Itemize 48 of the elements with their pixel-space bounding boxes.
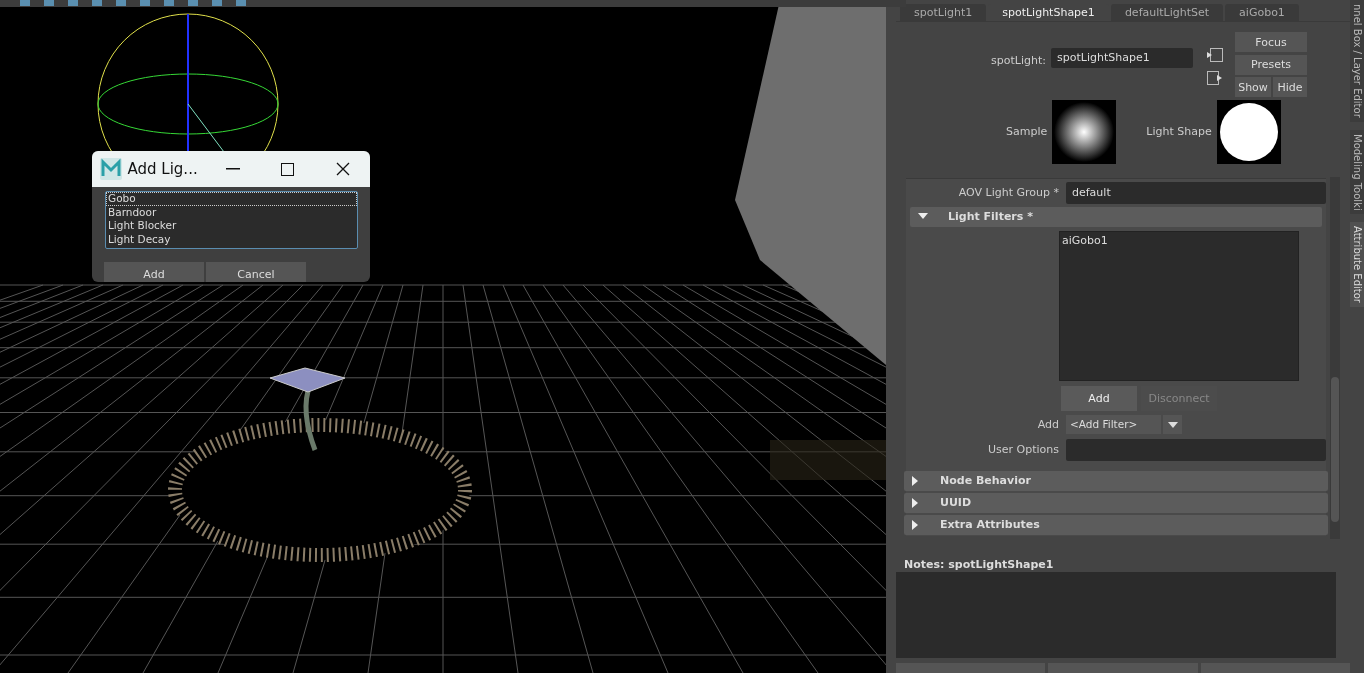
dialog-button[interactable]: Add	[104, 262, 204, 282]
section-header[interactable]: Light Filters *	[910, 206, 1322, 227]
minimize-icon	[226, 168, 241, 170]
app-logo-icon	[100, 158, 122, 180]
node-type-label: spotLight:	[990, 54, 1046, 69]
light-sample-swatch	[1052, 99, 1117, 164]
side-panel-tab[interactable]: Attribute Editor	[1350, 222, 1364, 308]
expand-triangle-icon[interactable]	[912, 519, 920, 530]
node-name-field[interactable]: spotLightShape1	[1051, 48, 1193, 68]
output-connection-icon[interactable]	[1207, 71, 1223, 85]
editor-tab[interactable]: defaultLightSet	[1110, 4, 1224, 21]
header-button[interactable]: Focus	[1235, 32, 1307, 52]
side-panel-tab[interactable]: Modeling Toolki	[1350, 129, 1364, 215]
maximize-icon	[281, 162, 295, 176]
dialog-button[interactable]: Cancel	[206, 262, 306, 282]
swatch-label: Sample	[1006, 125, 1048, 139]
filter-list-item[interactable]: Gobo	[106, 192, 357, 206]
notes-field[interactable]	[896, 572, 1336, 658]
aov-light-group-field[interactable]: default	[1066, 181, 1326, 204]
user-options-field[interactable]	[1066, 438, 1326, 461]
section-header[interactable]: Extra Attributes	[904, 514, 1328, 535]
light-shape-swatch	[1216, 99, 1281, 164]
filter-button[interactable]: Add	[1061, 385, 1137, 411]
side-panel-tab[interactable]: nnel Box / Layer Editor	[1350, 0, 1364, 122]
section-header[interactable]: Node Behavior	[904, 470, 1328, 491]
light-filter-item[interactable]: aiGobo1	[1062, 233, 1296, 247]
dropdown-arrow-icon	[1167, 421, 1178, 428]
input-connection-icon[interactable]	[1207, 48, 1223, 62]
field-label: Add	[1036, 418, 1059, 432]
field-label: User Options	[987, 443, 1059, 457]
notes-label: Notes: spotLightShape1	[904, 558, 1055, 572]
close-icon	[335, 162, 350, 176]
swatch-label: Light Shape	[1146, 125, 1212, 139]
editor-tab[interactable]: spotLight1	[900, 4, 987, 21]
editor-tab[interactable]: aiGobo1	[1225, 4, 1299, 21]
field-label: AOV Light Group *	[957, 186, 1059, 200]
filter-list-item[interactable]: Light Decay	[106, 232, 357, 246]
header-button[interactable]: Show	[1235, 77, 1271, 98]
filter-list-item[interactable]: Light Blocker	[106, 219, 357, 233]
dialog-title: Add Lig...	[127, 160, 199, 178]
expand-triangle-icon[interactable]	[912, 497, 920, 508]
collapse-triangle-icon[interactable]	[918, 212, 928, 221]
header-button[interactable]: Presets	[1235, 54, 1307, 75]
scrollbar[interactable]	[1330, 176, 1340, 539]
expand-triangle-icon[interactable]	[912, 475, 920, 486]
header-button[interactable]: Hide	[1273, 77, 1307, 98]
section-header[interactable]: UUID	[904, 492, 1328, 513]
filter-list-item[interactable]: Barndoor	[106, 205, 357, 219]
